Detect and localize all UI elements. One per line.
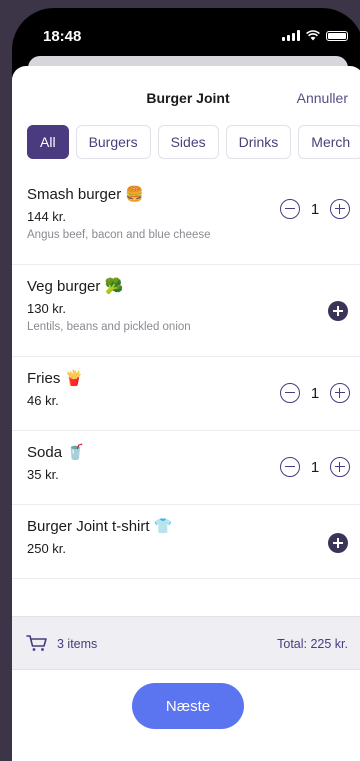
cart-total: Total: 225 kr. [277,637,348,651]
tab-sides[interactable]: Sides [157,125,219,159]
cancel-button[interactable]: Annuller [297,90,348,106]
quantity-value: 1 [310,200,320,218]
quantity-value: 1 [310,384,320,402]
minus-circle-icon[interactable] [280,199,300,219]
plus-circle-icon[interactable] [330,199,350,219]
tab-all[interactable]: All [27,125,69,159]
minus-circle-icon[interactable] [280,457,300,477]
status-icons [282,30,348,41]
item-name: Smash burger 🍔 [27,186,145,203]
list-item: Fries 🍟 46 kr. 1 [12,357,360,431]
cart-summary[interactable]: 3 items Total: 225 kr. [12,616,360,670]
screen: 18:48 Burger Joint Annuller All Burgers … [12,8,360,761]
sheet-header: Burger Joint Annuller [12,66,360,116]
add-item-icon[interactable] [328,533,348,553]
item-price: 130 kr. [27,301,67,316]
order-sheet: Burger Joint Annuller All Burgers Sides … [12,66,360,761]
quantity-stepper: 1 [280,199,350,219]
quantity-value: 1 [310,458,320,476]
plus-circle-icon[interactable] [330,383,350,403]
item-price: 46 kr. [27,393,59,408]
cart-icon [26,635,47,651]
item-price: 250 kr. [27,541,67,556]
menu-list: Smash burger 🍔 144 kr. Angus beef, bacon… [12,173,360,579]
item-name: Veg burger 🥦 [27,278,124,295]
next-button[interactable]: Næste [132,683,244,729]
battery-icon [326,30,348,41]
add-item-icon[interactable] [328,301,348,321]
cart-count: 3 items [57,637,98,651]
wifi-icon [306,30,320,41]
tab-burgers[interactable]: Burgers [75,125,151,159]
minus-circle-icon[interactable] [280,383,300,403]
list-item: Veg burger 🥦 130 kr. Lentils, beans and … [12,265,360,357]
list-item: Burger Joint t-shirt 👕 250 kr. [12,505,360,579]
phone-frame: 18:48 Burger Joint Annuller All Burgers … [0,0,360,761]
tab-merch[interactable]: Merch [298,125,360,159]
list-item: Smash burger 🍔 144 kr. Angus beef, bacon… [12,173,360,265]
item-price: 35 kr. [27,467,59,482]
plus-circle-icon[interactable] [330,457,350,477]
category-tabs: All Burgers Sides Drinks Merch [27,125,360,159]
quantity-stepper: 1 [280,383,350,403]
quantity-stepper: 1 [280,457,350,477]
item-name: Soda 🥤 [27,444,85,461]
status-bar: 18:48 [12,8,360,56]
item-description: Angus beef, bacon and blue cheese [27,229,211,241]
item-description: Lentils, beans and pickled onion [27,321,191,333]
item-name: Burger Joint t-shirt 👕 [27,518,173,535]
item-name: Fries 🍟 [27,370,84,387]
signal-icon [282,30,300,41]
status-time: 18:48 [43,28,82,45]
item-price: 144 kr. [27,209,67,224]
list-item: Soda 🥤 35 kr. 1 [12,431,360,505]
tab-drinks[interactable]: Drinks [225,125,292,159]
